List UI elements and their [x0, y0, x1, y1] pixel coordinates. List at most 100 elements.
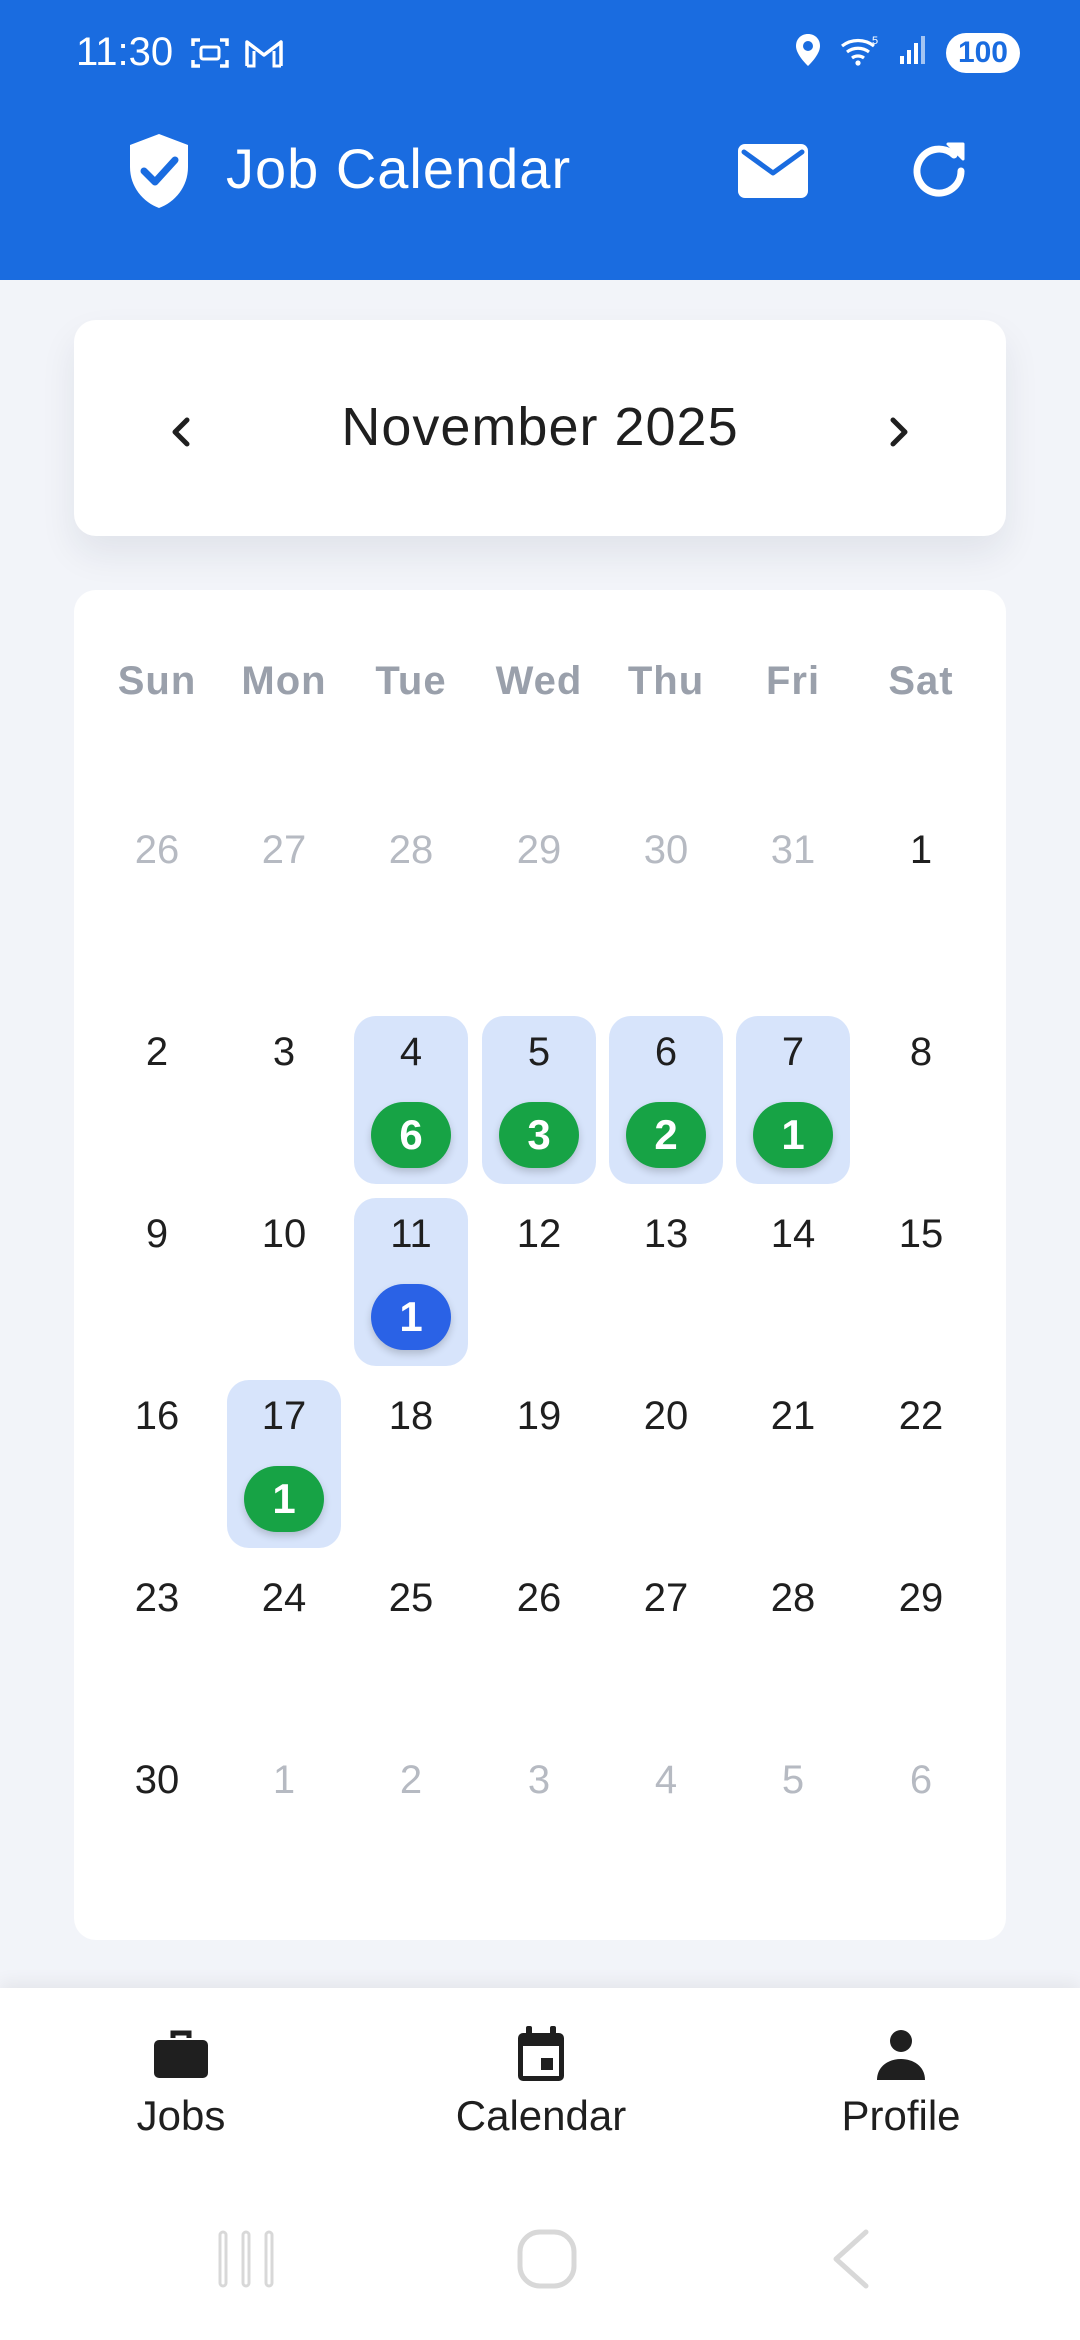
calendar-day[interactable]: 22 [864, 1380, 978, 1548]
day-number: 4 [654, 1758, 678, 1802]
weekday-label: Mon [241, 659, 327, 703]
nav-jobs-label: Jobs [136, 2092, 226, 2139]
calendar-day[interactable]: 1 [227, 1744, 341, 1912]
day-number: 30 [643, 828, 689, 872]
job-count-badge: 6 [371, 1102, 451, 1168]
day-number: 29 [516, 828, 562, 872]
calendar-day[interactable]: 23 [100, 1562, 214, 1730]
calendar-day[interactable]: 9 [100, 1198, 214, 1366]
day-number: 6 [654, 1030, 678, 1074]
calendar-day[interactable]: 18 [354, 1380, 468, 1548]
day-number: 15 [898, 1212, 944, 1256]
back-icon[interactable] [826, 2228, 876, 2295]
chevron-left-icon[interactable] [152, 402, 212, 462]
calendar-day[interactable]: 20 [609, 1380, 723, 1548]
job-count-badge: 2 [626, 1102, 706, 1168]
calendar-day[interactable]: 19 [482, 1380, 596, 1548]
signal-icon [898, 34, 928, 71]
mail-icon[interactable] [736, 140, 810, 202]
day-number: 21 [770, 1394, 816, 1438]
calendar-day[interactable]: 24 [227, 1562, 341, 1730]
calendar-day[interactable]: 29 [864, 1562, 978, 1730]
day-number: 26 [516, 1576, 562, 1620]
calendar-day[interactable]: 2 [354, 1744, 468, 1912]
calendar-day[interactable]: 15 [864, 1198, 978, 1366]
day-number: 1 [272, 1758, 296, 1802]
day-number: 18 [388, 1394, 434, 1438]
calendar-day[interactable]: 28 [736, 1562, 850, 1730]
calendar-day[interactable]: 27 [227, 814, 341, 982]
calendar-day[interactable]: 30 [100, 1744, 214, 1912]
calendar-day-with-jobs[interactable]: 71 [736, 1016, 850, 1184]
day-number: 3 [272, 1030, 296, 1074]
nav-profile[interactable]: Profile [771, 2024, 1031, 2140]
day-number: 20 [643, 1394, 689, 1438]
calendar-day[interactable]: 6 [864, 1744, 978, 1912]
calendar-day-with-jobs[interactable]: 53 [482, 1016, 596, 1184]
day-number: 27 [643, 1576, 689, 1620]
calendar-day[interactable]: 12 [482, 1198, 596, 1366]
day-number: 22 [898, 1394, 944, 1438]
day-number: 8 [909, 1030, 933, 1074]
day-number: 19 [516, 1394, 562, 1438]
screenshot-icon [190, 36, 230, 75]
calendar-day[interactable]: 13 [609, 1198, 723, 1366]
calendar-day[interactable]: 26 [100, 814, 214, 982]
wifi-icon: 5 [840, 34, 880, 71]
calendar-day-with-jobs[interactable]: 11 1 [354, 1198, 468, 1366]
day-number: 2 [145, 1030, 169, 1074]
calendar-day[interactable]: 26 [482, 1562, 596, 1730]
job-count-badge: 1 [244, 1466, 324, 1532]
weekday-label: Sun [117, 659, 197, 703]
day-number: 6 [909, 1758, 933, 1802]
calendar-day[interactable]: 8 [864, 1016, 978, 1184]
calendar-day[interactable]: 29 [482, 814, 596, 982]
weekday-label: Sat [888, 659, 954, 703]
day-number: 25 [388, 1576, 434, 1620]
nav-jobs[interactable]: Jobs [51, 2024, 311, 2140]
calendar-day[interactable]: 3 [482, 1744, 596, 1912]
calendar-day[interactable]: 28 [354, 814, 468, 982]
calendar-day[interactable]: 5 [736, 1744, 850, 1912]
calendar-day[interactable]: 14 [736, 1198, 850, 1366]
nav-profile-label: Profile [841, 2092, 961, 2139]
day-number: 9 [145, 1212, 169, 1256]
calendar-day[interactable]: 1 [864, 814, 978, 982]
calendar-day-with-jobs[interactable]: 17 1 [227, 1380, 341, 1548]
day-number: 23 [134, 1576, 180, 1620]
day-number: 28 [770, 1576, 816, 1620]
nav-calendar-label: Calendar [455, 2092, 627, 2139]
calendar-day[interactable]: 10 [227, 1198, 341, 1366]
gmail-icon [244, 37, 284, 74]
calendar-day[interactable]: 3 [227, 1016, 341, 1184]
chevron-right-icon[interactable] [868, 402, 928, 462]
title-bar: Job Calendar [0, 110, 1080, 280]
job-count-badge: 3 [499, 1102, 579, 1168]
calendar-day[interactable]: 27 [609, 1562, 723, 1730]
calendar-day[interactable]: 16 [100, 1380, 214, 1548]
weekday-label: Tue [375, 659, 447, 703]
calendar-day-with-jobs[interactable]: 62 [609, 1016, 723, 1184]
day-number: 7 [781, 1030, 805, 1074]
home-icon[interactable] [516, 2228, 578, 2295]
status-bar: 11:30 5 100 [0, 0, 1080, 110]
system-navigation-bar [0, 2178, 1080, 2340]
calendar-day[interactable]: 25 [354, 1562, 468, 1730]
app-bar: 11:30 5 100 Job Calendar [0, 0, 1080, 280]
day-number: 28 [388, 828, 434, 872]
calendar-day[interactable]: 2 [100, 1016, 214, 1184]
calendar-day[interactable]: 30 [609, 814, 723, 982]
refresh-icon[interactable] [904, 136, 974, 206]
calendar-day[interactable]: 21 [736, 1380, 850, 1548]
day-number: 5 [781, 1758, 805, 1802]
calendar-day-with-jobs[interactable]: 46 [354, 1016, 468, 1184]
job-count-badge: 1 [371, 1284, 451, 1350]
calendar-day[interactable]: 31 [736, 814, 850, 982]
day-number: 3 [527, 1758, 551, 1802]
nav-calendar[interactable]: Calendar [411, 2024, 671, 2140]
recents-icon[interactable] [216, 2228, 276, 2295]
day-number: 5 [527, 1030, 551, 1074]
day-number: 11 [390, 1212, 432, 1256]
calendar-day[interactable]: 4 [609, 1744, 723, 1912]
day-number: 4 [399, 1030, 423, 1074]
